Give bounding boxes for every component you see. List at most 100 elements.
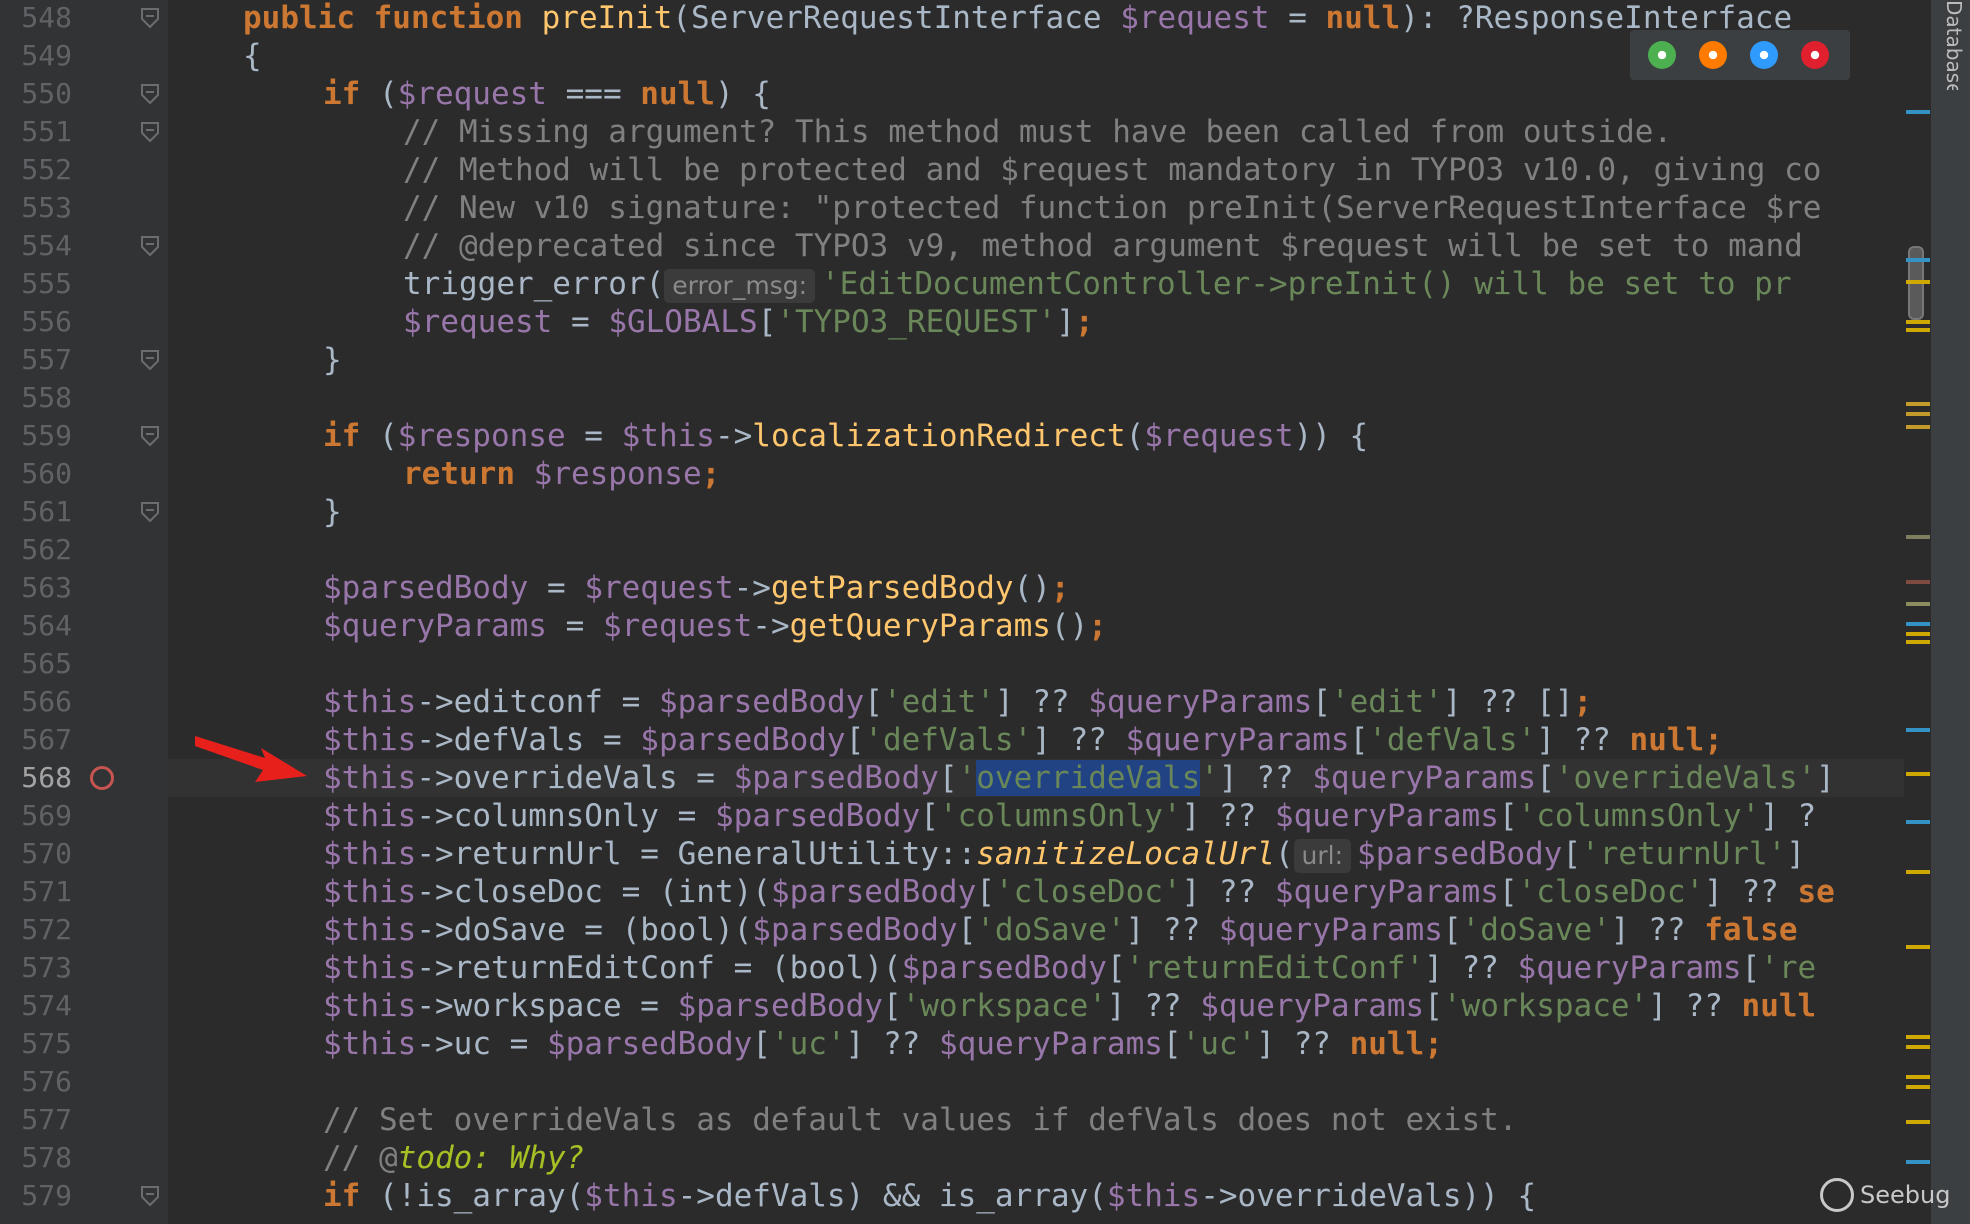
line-number[interactable]: 566	[0, 683, 72, 721]
line-number[interactable]: 555	[0, 265, 72, 303]
error-stripe-marker[interactable]	[1906, 820, 1930, 824]
code-line-573[interactable]: $this->returnEditConf = (bool)($parsedBo…	[323, 949, 1816, 987]
line-number[interactable]: 560	[0, 455, 72, 493]
code-line-567[interactable]: $this->defVals = $parsedBody['defVals'] …	[323, 721, 1723, 759]
error-stripe-marker[interactable]	[1906, 412, 1930, 416]
error-stripe-marker[interactable]	[1906, 280, 1930, 284]
line-number[interactable]: 579	[0, 1177, 72, 1215]
line-number[interactable]: 565	[0, 645, 72, 683]
line-number[interactable]: 572	[0, 911, 72, 949]
error-stripe-marker[interactable]	[1906, 602, 1930, 606]
code-line-553[interactable]: // New v10 signature: "protected functio…	[403, 189, 1821, 227]
line-number[interactable]: 561	[0, 493, 72, 531]
fold-toggle-icon[interactable]	[140, 7, 160, 29]
line-number[interactable]: 570	[0, 835, 72, 873]
error-stripe-marker[interactable]	[1906, 640, 1930, 644]
fold-toggle-icon[interactable]	[140, 83, 160, 105]
error-stripe-marker[interactable]	[1906, 110, 1930, 114]
code-line-577[interactable]: // Set overrideVals as default values if…	[323, 1101, 1517, 1139]
opera-icon[interactable]	[1801, 41, 1829, 69]
code-editor[interactable]: public function preInit(ServerRequestInt…	[168, 0, 1931, 1224]
line-number[interactable]: 568	[0, 759, 72, 797]
line-number[interactable]: 571	[0, 873, 72, 911]
line-number[interactable]: 562	[0, 531, 72, 569]
code-line-549[interactable]: {	[243, 37, 262, 75]
line-number[interactable]: 549	[0, 37, 72, 75]
selected-text[interactable]: overrideVals	[976, 760, 1201, 796]
line-number[interactable]: 554	[0, 227, 72, 265]
error-stripe-marker[interactable]	[1906, 258, 1930, 262]
error-stripe-marker[interactable]	[1906, 870, 1930, 874]
code-line-569[interactable]: $this->columnsOnly = $parsedBody['column…	[323, 797, 1816, 835]
error-stripe-marker[interactable]	[1906, 402, 1930, 406]
code-line-559[interactable]: if ($response = $this->localizationRedir…	[323, 417, 1368, 455]
error-stripe-marker[interactable]	[1906, 945, 1930, 949]
line-number[interactable]: 576	[0, 1063, 72, 1101]
fold-toggle-icon[interactable]	[140, 1185, 160, 1207]
error-stripe-marker[interactable]	[1906, 1160, 1930, 1164]
code-line-563[interactable]: $parsedBody = $request->getParsedBody();	[323, 569, 1070, 607]
code-line-551[interactable]: // Missing argument? This method must ha…	[403, 113, 1672, 151]
error-stripe-marker[interactable]	[1906, 1035, 1930, 1039]
line-number[interactable]: 578	[0, 1139, 72, 1177]
line-number[interactable]: 552	[0, 151, 72, 189]
line-number[interactable]: 569	[0, 797, 72, 835]
line-number[interactable]: 553	[0, 189, 72, 227]
error-stripe-marker[interactable]	[1906, 328, 1930, 332]
error-stripe-marker[interactable]	[1906, 535, 1930, 539]
error-stripe-marker[interactable]	[1906, 1075, 1930, 1079]
database-tool-button[interactable]: Database	[1934, 0, 1966, 90]
line-number[interactable]: 577	[0, 1101, 72, 1139]
code-line-560[interactable]: return $response;	[403, 455, 720, 493]
code-line-548[interactable]: public function preInit(ServerRequestInt…	[243, 0, 1792, 37]
code-line-554[interactable]: // @deprecated since TYPO3 v9, method ar…	[403, 227, 1803, 265]
code-line-564[interactable]: $queryParams = $request->getQueryParams(…	[323, 607, 1107, 645]
line-number[interactable]: 564	[0, 607, 72, 645]
code-line-575[interactable]: $this->uc = $parsedBody['uc'] ?? $queryP…	[323, 1025, 1443, 1063]
line-number[interactable]: 559	[0, 417, 72, 455]
line-number[interactable]: 557	[0, 341, 72, 379]
error-stripe[interactable]	[1904, 0, 1931, 1224]
line-number-gutter[interactable]: 548 549 550 551 552 553 554 555 556 557 558 559 560 5…	[0, 0, 168, 1224]
code-line-566[interactable]: $this->editconf = $parsedBody['edit'] ??…	[323, 683, 1592, 721]
line-number[interactable]: 567	[0, 721, 72, 759]
line-number[interactable]: 548	[0, 0, 72, 37]
code-line-555[interactable]: trigger_error(error_msg: 'EditDocumentCon…	[403, 265, 1792, 303]
fold-toggle-icon[interactable]	[140, 425, 160, 447]
firefox-icon[interactable]	[1699, 41, 1727, 69]
safari-icon[interactable]	[1750, 41, 1778, 69]
error-stripe-marker[interactable]	[1906, 622, 1930, 626]
error-stripe-marker[interactable]	[1906, 632, 1930, 636]
line-number[interactable]: 558	[0, 379, 72, 417]
fold-toggle-icon[interactable]	[140, 349, 160, 371]
fold-toggle-icon[interactable]	[140, 235, 160, 257]
code-line-572[interactable]: $this->doSave = (bool)($parsedBody['doSa…	[323, 911, 1798, 949]
line-number[interactable]: 550	[0, 75, 72, 113]
code-line-579[interactable]: if (!is_array($this->defVals) && is_arra…	[323, 1177, 1536, 1215]
line-number[interactable]: 563	[0, 569, 72, 607]
line-number[interactable]: 574	[0, 987, 72, 1025]
breakpoint-icon[interactable]	[90, 766, 114, 790]
fold-toggle-icon[interactable]	[140, 501, 160, 523]
error-stripe-marker[interactable]	[1906, 580, 1930, 584]
code-line-568[interactable]: $this->overrideVals = $parsedBody['overr…	[323, 759, 1835, 797]
code-line-574[interactable]: $this->workspace = $parsedBody['workspac…	[323, 987, 1816, 1025]
code-line-550[interactable]: if ($request === null) {	[323, 75, 771, 113]
code-line-578[interactable]: // @todo: Why?	[323, 1139, 584, 1177]
line-number[interactable]: 551	[0, 113, 72, 151]
error-stripe-marker[interactable]	[1906, 425, 1930, 429]
error-stripe-marker[interactable]	[1906, 728, 1930, 732]
line-number[interactable]: 573	[0, 949, 72, 987]
line-number[interactable]: 556	[0, 303, 72, 341]
code-line-571[interactable]: $this->closeDoc = (int)($parsedBody['clo…	[323, 873, 1835, 911]
code-line-570[interactable]: $this->returnUrl = GeneralUtility::sanit…	[323, 835, 1805, 873]
chrome-icon[interactable]	[1648, 41, 1676, 69]
error-stripe-marker[interactable]	[1906, 1045, 1930, 1049]
code-line-556[interactable]: $request = $GLOBALS['TYPO3_REQUEST'];	[403, 303, 1094, 341]
code-line-561[interactable]: }	[323, 493, 342, 531]
error-stripe-marker[interactable]	[1906, 772, 1930, 776]
error-stripe-marker[interactable]	[1906, 1120, 1930, 1124]
error-stripe-marker[interactable]	[1906, 320, 1930, 324]
fold-toggle-icon[interactable]	[140, 121, 160, 143]
line-number[interactable]: 575	[0, 1025, 72, 1063]
